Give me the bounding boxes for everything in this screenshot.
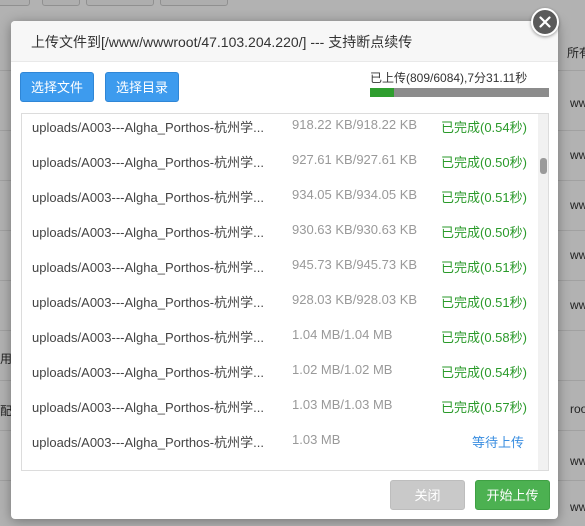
dialog-close-button[interactable] bbox=[531, 8, 559, 36]
file-name: uploads/A003---Algha_Porthos-杭州学... bbox=[32, 467, 264, 470]
upload-dialog: 上传文件到[/www/wwwroot/47.103.204.220/] --- … bbox=[11, 21, 558, 519]
file-row: uploads/A003---Algha_Porthos-杭州学... 1.03 … bbox=[22, 394, 537, 429]
file-status: 已完成(0.50秒) bbox=[441, 225, 527, 240]
file-size: 1.04 MB bbox=[292, 467, 340, 470]
upload-file-list[interactable]: uploads/A003---Algha_Porthos-杭州学... 1.04 … bbox=[21, 113, 549, 471]
file-row: uploads/A003---Algha_Porthos-杭州学... 1.04 … bbox=[22, 464, 537, 470]
file-status: 已完成(0.58秒) bbox=[441, 330, 527, 345]
file-status: 已完成(0.54秒) bbox=[441, 365, 527, 380]
file-size: 1.02 MB/1.02 MB bbox=[292, 362, 393, 377]
file-name: uploads/A003---Algha_Porthos-杭州学... bbox=[32, 260, 264, 275]
file-row: uploads/A003---Algha_Porthos-杭州学... 927.6… bbox=[22, 149, 537, 184]
file-size: 918.22 KB/918.22 KB bbox=[292, 117, 418, 132]
file-status: 已完成(0.50秒) bbox=[441, 155, 527, 170]
file-size: 1.03 MB/1.03 MB bbox=[292, 397, 393, 412]
file-name: uploads/A003---Algha_Porthos-杭州学... bbox=[32, 120, 264, 135]
file-status: 等待上传 bbox=[472, 467, 524, 470]
file-status: 已完成(0.51秒) bbox=[441, 190, 527, 205]
scrollbar-thumb[interactable] bbox=[540, 158, 547, 174]
dialog-header: 上传文件到[/www/wwwroot/47.103.204.220/] --- … bbox=[11, 21, 558, 62]
file-name: uploads/A003---Algha_Porthos-杭州学... bbox=[32, 155, 264, 170]
file-name: uploads/A003---Algha_Porthos-杭州学... bbox=[32, 295, 264, 310]
file-row: uploads/A003---Algha_Porthos-杭州学... 934.0… bbox=[22, 184, 537, 219]
start-upload-button[interactable]: 开始上传 bbox=[475, 480, 550, 510]
file-status: 已完成(0.51秒) bbox=[441, 260, 527, 275]
file-row: uploads/A003---Algha_Porthos-杭州学... 918.2… bbox=[22, 114, 537, 149]
file-size: 934.05 KB/934.05 KB bbox=[292, 187, 418, 202]
file-row: uploads/A003---Algha_Porthos-杭州学... 930.6… bbox=[22, 219, 537, 254]
file-name: uploads/A003---Algha_Porthos-杭州学... bbox=[32, 190, 264, 205]
file-size: 945.73 KB/945.73 KB bbox=[292, 257, 418, 272]
file-row: uploads/A003---Algha_Porthos-杭州学... 1.04 … bbox=[22, 324, 537, 359]
file-list-scrollbar[interactable] bbox=[538, 114, 548, 470]
select-directory-button[interactable]: 选择目录 bbox=[105, 72, 179, 102]
file-row: uploads/A003---Algha_Porthos-杭州学... 928.0… bbox=[22, 289, 537, 324]
file-status: 已完成(0.51秒) bbox=[441, 295, 527, 310]
select-file-button[interactable]: 选择文件 bbox=[20, 72, 94, 102]
upload-progress-text: 已上传(809/6084),7分31.11秒 bbox=[370, 71, 528, 85]
close-icon bbox=[539, 16, 551, 28]
file-status: 已完成(0.54秒) bbox=[441, 120, 527, 135]
dialog-title: 上传文件到[/www/wwwroot/47.103.204.220/] --- … bbox=[31, 34, 413, 50]
file-name: uploads/A003---Algha_Porthos-杭州学... bbox=[32, 365, 264, 380]
upload-progress-bar bbox=[370, 88, 549, 97]
file-status: 等待上传 bbox=[472, 435, 525, 450]
close-button[interactable]: 关闭 bbox=[390, 480, 465, 510]
file-status: 已完成(0.57秒) bbox=[441, 400, 527, 415]
file-row: uploads/A003---Algha_Porthos-杭州学... 1.02 … bbox=[22, 359, 537, 394]
file-size: 930.63 KB/930.63 KB bbox=[292, 222, 418, 237]
upload-progress-fill bbox=[370, 88, 394, 97]
file-name: uploads/A003---Algha_Porthos-杭州学... bbox=[32, 225, 264, 240]
file-name: uploads/A003---Algha_Porthos-杭州学... bbox=[32, 400, 264, 415]
file-size: 1.03 MB bbox=[292, 432, 341, 447]
file-size: 1.04 MB/1.04 MB bbox=[292, 327, 393, 342]
file-name: uploads/A003---Algha_Porthos-杭州学... bbox=[32, 435, 264, 450]
file-size: 928.03 KB/928.03 KB bbox=[292, 292, 418, 307]
file-row: uploads/A003---Algha_Porthos-杭州学... 945.7… bbox=[22, 254, 537, 289]
file-size: 927.61 KB/927.61 KB bbox=[292, 152, 418, 167]
file-row: uploads/A003---Algha_Porthos-杭州学... 1.03 … bbox=[22, 429, 537, 464]
file-name: uploads/A003---Algha_Porthos-杭州学... bbox=[32, 330, 264, 345]
